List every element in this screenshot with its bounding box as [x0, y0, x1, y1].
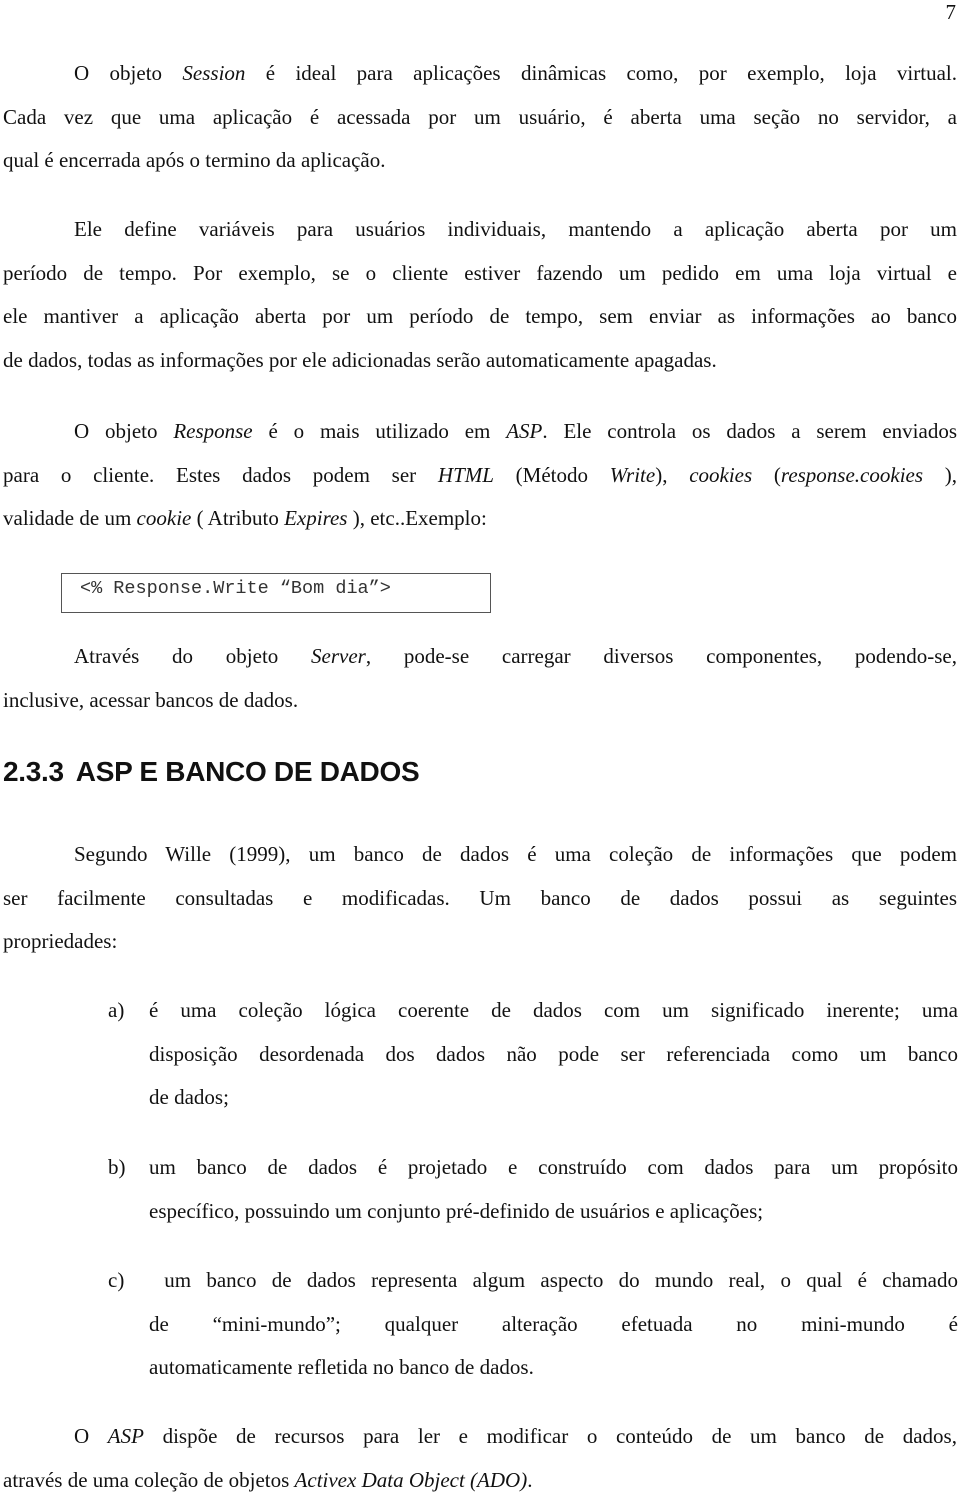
emphasis: Expires — [284, 506, 347, 530]
list-marker: a) — [108, 989, 124, 1033]
text-line: validade de um cookie ( Atributo Expires… — [3, 497, 957, 541]
paragraph-ado: O ASP dispõe de recursos para ler e modi… — [3, 1415, 957, 1502]
text-line: ele mantiver a aplicação aberta por um p… — [3, 295, 957, 339]
emphasis: Server — [311, 644, 366, 668]
page-number: 7 — [946, 0, 957, 24]
list-marker: b) — [108, 1146, 126, 1190]
list-item-text: um banco de dados é projetado e construí… — [149, 1146, 958, 1233]
text-line: ser facilmente consultadas e modificadas… — [3, 877, 957, 921]
paragraph-session: O objeto Session é ideal para aplicações… — [3, 52, 957, 183]
paragraph-database-definition: Segundo Wille (1999), um banco de dados … — [3, 833, 957, 964]
list-item-text: é uma coleção lógica coerente de dados c… — [149, 989, 958, 1120]
text-line: Através do objeto Server, pode-se carreg… — [3, 635, 957, 679]
list-item: a) é uma coleção lógica coerente de dado… — [108, 989, 958, 1120]
text-line: propriedades: — [3, 920, 957, 964]
emphasis: Session — [182, 61, 245, 85]
text-line: de dados, todas as informações por ele a… — [3, 339, 957, 383]
emphasis: cookie — [137, 506, 192, 530]
text-line: para o cliente. Estes dados podem ser HT… — [3, 454, 957, 498]
list-item-text: um banco de dados representa algum aspec… — [149, 1259, 958, 1390]
code-example-box: <% Response.Write “Bom dia”> — [61, 573, 491, 613]
text-line: O objeto Response é o mais utilizado em … — [3, 410, 957, 454]
list-marker: c) — [108, 1259, 124, 1303]
paragraph-response: O objeto Response é o mais utilizado em … — [3, 410, 957, 541]
emphasis: Write — [610, 463, 656, 487]
text-line: O objeto Session é ideal para aplicações… — [3, 52, 957, 96]
section-number: 2.3.3 — [3, 756, 64, 787]
text-line: Segundo Wille (1999), um banco de dados … — [3, 833, 957, 877]
text-line: qual é encerrada após o termino da aplic… — [3, 139, 957, 183]
list-item: c) um banco de dados representa algum as… — [108, 1259, 958, 1390]
emphasis: Response — [173, 419, 252, 443]
emphasis: Activex Data Object (ADO) — [295, 1468, 528, 1492]
emphasis: ASP — [506, 419, 542, 443]
section-title: ASP E BANCO DE DADOS — [76, 756, 420, 787]
emphasis: response.cookies — [781, 463, 923, 487]
section-heading: 2.3.3 ASP E BANCO DE DADOS — [3, 752, 419, 792]
paragraph-server: Através do objeto Server, pode-se carreg… — [3, 635, 957, 722]
list-item: b) um banco de dados é projetado e const… — [108, 1146, 958, 1233]
text-line: Cada vez que uma aplicação é acessada po… — [3, 96, 957, 140]
text-line: O ASP dispõe de recursos para ler e modi… — [3, 1415, 957, 1459]
emphasis: HTML — [438, 463, 494, 487]
text-line: inclusive, acessar bancos de dados. — [3, 679, 957, 723]
emphasis: cookies — [689, 463, 752, 487]
text-line: através de uma coleção de objetos Active… — [3, 1459, 957, 1502]
emphasis: ASP — [108, 1424, 144, 1448]
text-line: Ele define variáveis para usuários indiv… — [3, 208, 957, 252]
text-line: período de tempo. Por exemplo, se o clie… — [3, 252, 957, 296]
paragraph-session-variables: Ele define variáveis para usuários indiv… — [3, 208, 957, 382]
